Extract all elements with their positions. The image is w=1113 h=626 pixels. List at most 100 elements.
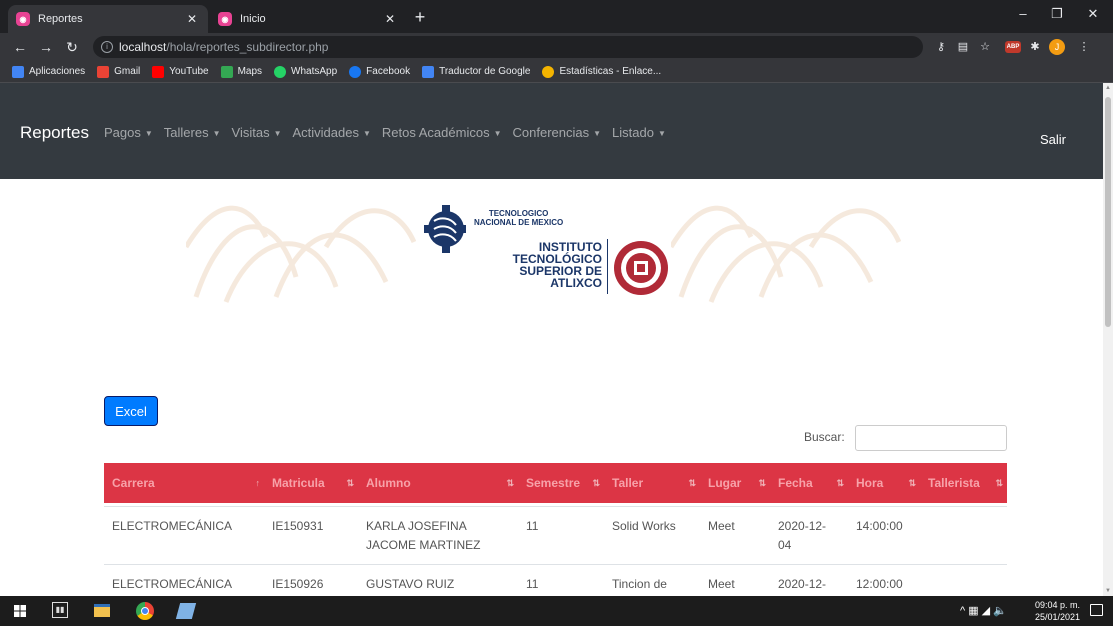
menu-conferencias[interactable]: Conferencias ▼ [513,125,602,140]
bookmark-facebook[interactable]: Facebook [349,65,410,78]
adblock-icon[interactable]: ABP [1005,41,1021,53]
cell-matricula: IE150931 [272,519,324,533]
col-taller[interactable]: Taller ⇅ [604,463,700,503]
key-icon[interactable]: ⚷ [933,39,949,55]
tecnm-wordmark: TECNOLOGICO NACIONAL DE MEXICO [474,209,564,227]
restore-icon[interactable]: ❐ [1042,4,1072,24]
chrome-taskbar-icon[interactable] [136,602,154,620]
tab-title: Reportes [38,13,83,25]
bookmark-gmail[interactable]: Gmail [97,65,140,78]
bookmark-star-icon[interactable]: ☆ [977,39,993,55]
bookmark-whatsapp[interactable]: WhatsApp [274,65,337,78]
sort-icon: ⇅ [688,478,696,488]
cell-fecha: 2020-12- [778,577,827,591]
cell-semestre: 11 [526,519,539,533]
notifications-icon[interactable] [1090,604,1103,616]
address-bar[interactable]: i localhost /hola/reportes_subdirector.p… [93,36,923,58]
file-explorer-icon[interactable] [94,604,110,617]
close-tab-icon[interactable]: ✕ [184,12,200,26]
cell-carrera: ELECTROMECÁNICA [112,519,233,533]
itsa-seal-icon [614,241,668,295]
app-taskbar-icon[interactable] [175,603,197,619]
menu-listado[interactable]: Listado ▼ [612,125,666,140]
cell-fecha: 2020-12- 04 [778,519,827,552]
bookmark-traductor[interactable]: Traductor de Google [422,65,530,78]
site-favicon-icon: ◉ [218,12,232,26]
windows-taskbar: ▮▮ ^ ▦ ◢ 🔈 09:04 p. m. 25/01/2021 [0,596,1113,626]
caret-down-icon: ▼ [657,129,666,139]
col-alumno[interactable]: Alumno ⇅ [358,463,518,503]
maps-icon [220,65,233,78]
extensions-icon[interactable]: ✱ [1027,39,1043,55]
bookmark-estadisticas[interactable]: Estadísticas - Enlace... [542,65,661,78]
facebook-icon [349,65,362,78]
scroll-up-icon[interactable]: ▲ [1105,85,1111,91]
back-icon[interactable]: ← [10,37,30,57]
scrollbar-thumb[interactable] [1105,97,1111,327]
translate-icon [422,65,435,78]
task-view-icon[interactable]: ▮▮ [52,602,68,618]
tab-reportes[interactable]: ◉ Reportes ✕ [8,5,208,33]
col-carrera[interactable]: Carrera ↑ [104,463,264,503]
sort-icon: ⇅ [908,478,916,488]
col-fecha[interactable]: Fecha ⇅ [770,463,848,503]
decorative-pattern-right [671,205,901,303]
col-tallerista[interactable]: Tallerista ⇅ [920,463,1007,503]
sort-icon: ↑ [255,478,261,488]
menu-talleres[interactable]: Talleres ▼ [164,125,221,140]
navbar-menu: Pagos ▼ Talleres ▼ Visitas ▼ Actividades ▼ R… [104,125,677,140]
close-tab-icon[interactable]: ✕ [382,12,398,26]
page-scrollbar[interactable]: ▲ ▼ [1103,83,1113,596]
scroll-down-icon[interactable]: ▼ [1105,588,1111,594]
tab-inicio[interactable]: ◉ Inicio ✕ [210,5,406,33]
site-info-icon[interactable]: i [101,41,113,53]
col-lugar[interactable]: Lugar ⇅ [700,463,770,503]
screen: ◉ Reportes ✕ ◉ Inicio ✕ + – ❐ ✕ ← → ↻ i … [0,0,1113,626]
system-tray-icons[interactable]: ^ ▦ ◢ 🔈 [960,604,1007,617]
navbar-brand[interactable]: Reportes [20,123,89,143]
gmail-icon [97,65,110,78]
menu-visitas[interactable]: Visitas ▼ [232,125,282,140]
caret-down-icon: ▼ [273,129,282,139]
minimize-icon[interactable]: – [1008,4,1038,24]
url-host: localhost [119,40,167,54]
excel-export-button[interactable]: Excel [104,396,158,426]
stats-icon [542,65,555,78]
bookmark-maps[interactable]: Maps [220,65,262,78]
search-input[interactable] [855,425,1007,451]
profile-avatar[interactable]: J [1049,39,1065,55]
bookmark-youtube[interactable]: YouTube [152,65,209,78]
url-path: /hola/reportes_subdirector.php [166,40,329,54]
col-semestre[interactable]: Semestre ⇅ [518,463,604,503]
bookmark-aplicaciones[interactable]: Aplicaciones [12,65,85,78]
menu-retos-academicos[interactable]: Retos Académicos ▼ [382,125,502,140]
table-header: Carrera ↑ Matricula ⇅ Alumno ⇅ Semestre ⇅ Ta… [104,463,1007,503]
translate-page-icon[interactable]: ▤ [955,39,971,55]
logout-link[interactable]: Salir [1040,132,1066,147]
cell-alumno: KARLA JOSEFINA JACOME MARTINEZ [366,519,481,552]
menu-actividades[interactable]: Actividades ▼ [293,125,371,140]
col-hora[interactable]: Hora ⇅ [848,463,920,503]
menu-pagos[interactable]: Pagos ▼ [104,125,153,140]
cell-matricula: IE150926 [272,577,324,591]
institute-wordmark: INSTITUTO TECNOLÓGICO SUPERIOR DE ATLIXC… [512,240,602,290]
caret-down-icon: ▼ [493,129,502,139]
new-tab-icon[interactable]: + [410,8,430,28]
reports-table: Carrera ↑ Matricula ⇅ Alumno ⇅ Semestre ⇅ Ta… [104,463,1007,591]
whatsapp-icon [274,65,287,78]
reload-icon[interactable]: ↻ [62,37,82,57]
search-label: Buscar: [804,430,845,444]
cell-alumno: GUSTAVO RUIZ [366,577,455,591]
forward-icon[interactable]: → [36,37,56,57]
menu-kebab-icon[interactable]: ⋮ [1076,39,1092,55]
tab-title: Inicio [240,13,266,25]
clock[interactable]: 09:04 p. m. 25/01/2021 [1035,599,1080,623]
cell-carrera: ELECTROMECÁNICA [112,577,233,591]
cell-hora: 12:00:00 [856,577,903,591]
table-row: ELECTROMECÁNICA IE150931 KARLA JOSEFINA … [104,506,1007,564]
close-window-icon[interactable]: ✕ [1078,4,1108,24]
col-matricula[interactable]: Matricula ⇅ [264,463,358,503]
youtube-icon [152,65,165,78]
windows-start-icon[interactable] [14,605,26,617]
apps-icon [12,65,24,78]
